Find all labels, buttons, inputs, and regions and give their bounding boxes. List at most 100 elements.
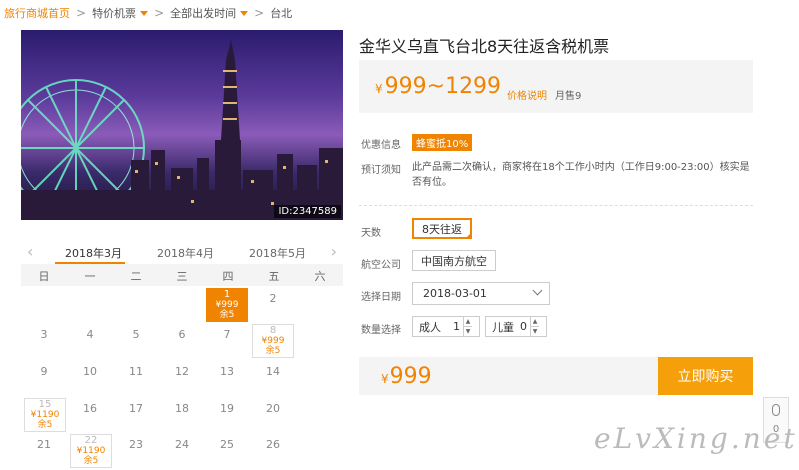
- day-number: 1: [223, 289, 231, 300]
- calendar-day[interactable]: 16: [67, 402, 113, 415]
- calendar-price-day[interactable]: 22 ¥1190 余5: [70, 434, 112, 468]
- price-range-value: 999~1299: [384, 74, 502, 99]
- calendar-day[interactable]: 17: [113, 402, 159, 415]
- weekday-label: 日: [38, 270, 50, 283]
- calendar-day[interactable]: 2: [250, 292, 296, 305]
- breadcrumb-separator: >: [76, 6, 87, 20]
- date-label: 选择日期: [361, 292, 401, 303]
- taipei-skyline-illustration: [21, 40, 343, 220]
- date-select[interactable]: 2018-03-01: [412, 282, 550, 305]
- child-label: 儿童: [492, 320, 514, 334]
- calendar-day[interactable]: 25: [204, 438, 250, 451]
- calendar-day[interactable]: 11: [113, 365, 159, 378]
- breadcrumb-item-destination: 台北: [270, 7, 293, 20]
- promo-badge: 蜂蜜抵10%: [412, 134, 473, 151]
- days-option-8-days[interactable]: 8天往返: [412, 218, 472, 239]
- booking-notice: 此产品需二次确认，商家将在18个工作小时内（工作日9:00-23:00）核实是否…: [412, 162, 750, 188]
- weekday-label: 一: [84, 270, 96, 283]
- day-number: 22: [84, 435, 98, 446]
- breadcrumb-item-label: 全部出发时间: [170, 7, 237, 20]
- weekday-label: 三: [176, 270, 188, 283]
- tab-month-2[interactable]: 2018年4月: [157, 245, 214, 261]
- day-seats-left: 余5: [265, 346, 281, 356]
- calendar-day[interactable]: 13: [204, 365, 250, 378]
- calendar-day[interactable]: 23: [113, 438, 159, 451]
- child-quantity-stepper[interactable]: 儿童 0 ▲ ▼: [485, 316, 547, 337]
- paperclip-icon: [772, 404, 780, 416]
- caret-down-icon: [240, 10, 249, 16]
- adult-count: 1: [453, 320, 460, 333]
- calendar-day[interactable]: 6: [159, 328, 205, 341]
- calendar-month-nav: ‹ 2018年3月 2018年4月 2018年5月 ›: [21, 242, 343, 264]
- chevron-down-icon: [532, 285, 543, 296]
- day-seats-left: 余5: [37, 420, 53, 430]
- calendar-day[interactable]: 24: [159, 438, 205, 451]
- price-explain-link[interactable]: 价格说明: [507, 87, 547, 102]
- calendar-price-day[interactable]: 15 ¥1190 余5: [24, 398, 66, 432]
- breadcrumb-item-flights[interactable]: 特价机票: [92, 5, 149, 21]
- divider: [359, 205, 753, 206]
- caret-down-icon: [140, 10, 149, 16]
- selected-check-icon: [465, 232, 472, 239]
- buy-now-button[interactable]: 立即购买: [658, 357, 753, 395]
- weekday-label: 二: [130, 270, 142, 283]
- price-panel: ¥999~1299 价格说明 月售9: [359, 60, 753, 113]
- next-month-icon[interactable]: ›: [331, 244, 337, 260]
- calendar-day[interactable]: 12: [159, 365, 205, 378]
- calendar-price-day[interactable]: 8 ¥999 余5: [252, 324, 294, 358]
- calendar-day[interactable]: 19: [204, 402, 250, 415]
- child-count: 0: [520, 320, 527, 333]
- calendar-day[interactable]: 14: [250, 365, 296, 378]
- calendar-day[interactable]: 5: [113, 328, 159, 341]
- calendar-day[interactable]: 9: [21, 365, 67, 378]
- monthly-sales: 月售9: [555, 91, 582, 102]
- watermark: eLvXing.net: [594, 422, 798, 455]
- breadcrumb-separator: >: [254, 6, 265, 20]
- days-label: 天数: [361, 228, 381, 239]
- decrement-icon[interactable]: ▼: [464, 326, 472, 336]
- airline-option-label: 中国南方航空: [421, 254, 487, 268]
- breadcrumb-home-link[interactable]: 旅行商城首页: [4, 5, 70, 21]
- calendar-day[interactable]: 7: [204, 328, 250, 341]
- tab-month-3[interactable]: 2018年5月: [249, 245, 306, 261]
- quantity-label: 数量选择: [361, 325, 401, 336]
- day-price: ¥999: [261, 336, 285, 346]
- weekday-label: 五: [268, 270, 280, 283]
- tab-month-1[interactable]: 2018年3月: [65, 245, 122, 261]
- currency-symbol: ¥: [381, 372, 389, 386]
- calendar-day[interactable]: 10: [67, 365, 113, 378]
- calendar-day[interactable]: 18: [159, 402, 205, 415]
- airline-option[interactable]: 中国南方航空: [412, 250, 496, 271]
- spinner: ▲ ▼: [463, 317, 472, 336]
- notice-label: 预订须知: [361, 165, 401, 176]
- image-id-tag: ID:2347589: [274, 205, 341, 218]
- calendar-day[interactable]: 20: [250, 402, 296, 415]
- day-seats-left: 余5: [83, 456, 99, 466]
- calendar-day[interactable]: 4: [67, 328, 113, 341]
- breadcrumb-item-departure-time[interactable]: 全部出发时间: [170, 5, 249, 21]
- calendar-day[interactable]: 21: [21, 438, 67, 451]
- breadcrumb-item-label: 特价机票: [92, 7, 137, 20]
- decrement-icon[interactable]: ▼: [531, 326, 539, 336]
- calendar-day[interactable]: 26: [250, 438, 296, 451]
- airline-label: 航空公司: [361, 260, 401, 271]
- increment-icon[interactable]: ▲: [464, 317, 472, 326]
- promo-label: 优惠信息: [361, 140, 401, 151]
- breadcrumb-separator: >: [154, 6, 165, 20]
- prev-month-icon[interactable]: ‹: [27, 244, 33, 260]
- currency-symbol: ¥: [375, 82, 383, 96]
- day-price: ¥999: [215, 300, 239, 310]
- date-select-value: 2018-03-01: [423, 287, 487, 300]
- calendar-weekday-header: 日 一 二 三 四 五 六: [21, 264, 343, 286]
- product-image: ID:2347589: [21, 30, 343, 220]
- day-number: 8: [269, 325, 277, 336]
- increment-icon[interactable]: ▲: [531, 317, 539, 326]
- calendar-day[interactable]: 3: [21, 328, 67, 341]
- day-price: ¥1190: [30, 410, 60, 420]
- adult-label: 成人: [419, 320, 441, 334]
- price-range: ¥999~1299: [375, 74, 501, 99]
- breadcrumb: 旅行商城首页 > 特价机票 > 全部出发时间 > 台北: [0, 0, 799, 26]
- adult-quantity-stepper[interactable]: 成人 1 ▲ ▼: [412, 316, 480, 337]
- product-title: 金华义乌直飞台北8天往返含税机票: [359, 37, 610, 56]
- calendar-price-day-selected[interactable]: 1 ¥999 余5: [206, 288, 248, 322]
